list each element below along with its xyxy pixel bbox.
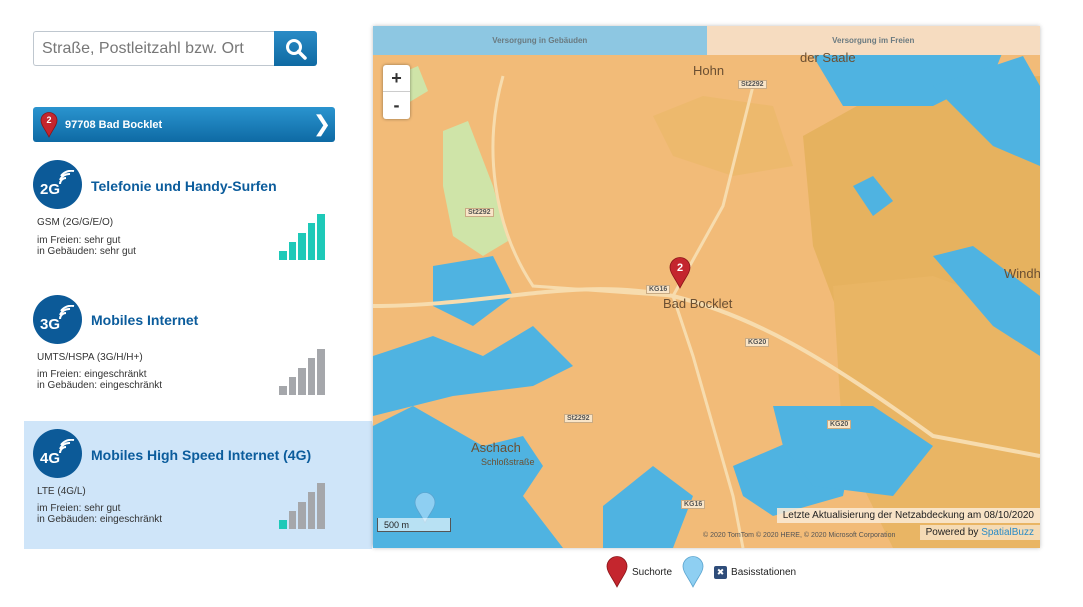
powered-by: Powered by SpatialBuzz xyxy=(919,525,1040,540)
selected-location-bar[interactable]: 2 97708 Bad Bocklet ❯ xyxy=(33,107,335,142)
signal-bar xyxy=(288,511,297,529)
blue-pin-icon xyxy=(682,556,704,588)
red-pin-icon xyxy=(606,556,628,588)
signal-bar xyxy=(279,386,287,395)
map-coverage-layer xyxy=(373,26,1040,548)
legend-base-stations-label: Basisstationen xyxy=(731,566,797,578)
network-4g-outdoor: im Freien: sehr gut xyxy=(37,503,121,514)
network-4g-section[interactable]: 4G Mobiles High Speed Internet (4G) LTE … xyxy=(24,421,384,549)
search-bar xyxy=(33,31,317,66)
legend-search-places[interactable]: Suchorte xyxy=(606,556,672,588)
zoom-control: + - xyxy=(383,65,410,119)
coverage-map[interactable]: Versorgung in Gebäuden Versorgung im Fre… xyxy=(373,26,1040,548)
tab-outdoor-coverage[interactable]: Versorgung im Freien xyxy=(706,26,1040,55)
search-location-marker[interactable]: 2 xyxy=(669,257,691,294)
network-2g-title: Telefonie und Handy-Surfen xyxy=(91,178,277,194)
place-label: Bad Bocklet xyxy=(663,296,733,311)
coverage-update-note: Letzte Aktualisierung der Netzabdeckung … xyxy=(776,508,1040,523)
signal-bar xyxy=(317,214,325,260)
place-label: Hohn xyxy=(693,63,725,78)
tab-indoor-coverage[interactable]: Versorgung in Gebäuden xyxy=(373,26,707,55)
chevron-right-icon: ❯ xyxy=(312,112,332,137)
spatialbuzz-link[interactable]: SpatialBuzz xyxy=(981,527,1034,538)
2g-badge-icon: 2G xyxy=(33,160,82,209)
signal-bar xyxy=(307,492,316,529)
coverage-tabs: Versorgung in Gebäuden Versorgung im Fre… xyxy=(373,26,1040,55)
place-label: Windh xyxy=(1004,266,1040,281)
signal-bar xyxy=(307,358,316,395)
location-pin-number: 2 xyxy=(46,115,51,125)
map-scale: 500 m xyxy=(377,518,451,532)
map-copyright: © 2020 TomTom © 2020 HERE, © 2020 Micros… xyxy=(703,532,896,539)
legend-base-stations[interactable]: ✖ Basisstationen xyxy=(682,556,796,588)
network-4g-tech: LTE (4G/L) xyxy=(37,486,86,497)
4g-badge-icon: 4G xyxy=(33,429,82,478)
marker-number: 2 xyxy=(677,262,683,274)
road-label: KG16 xyxy=(681,500,706,509)
location-label: 97708 Bad Bocklet xyxy=(65,118,163,131)
search-input[interactable] xyxy=(33,31,274,66)
signal-bar xyxy=(288,377,297,395)
legend-search-places-label: Suchorte xyxy=(632,566,673,578)
signal-strength-icon xyxy=(279,349,327,395)
road-label: St2292 xyxy=(465,208,494,217)
signal-bar xyxy=(288,242,297,260)
street-label: Schloßstraße xyxy=(481,457,535,467)
road-label: KG16 xyxy=(646,285,671,294)
network-3g-section[interactable]: 3G Mobiles Internet UMTS/HSPA (3G/H/H+) … xyxy=(24,287,372,415)
location-pin-icon: 2 xyxy=(40,111,58,138)
signal-bar xyxy=(317,483,325,529)
signal-bar xyxy=(298,368,306,395)
signal-bar xyxy=(307,223,316,260)
network-3g-title: Mobiles Internet xyxy=(91,312,199,328)
signal-bar xyxy=(298,502,306,529)
place-label: der Saale xyxy=(800,50,856,65)
zoom-in-button[interactable]: + xyxy=(383,65,410,92)
road-label: KG20 xyxy=(745,338,770,347)
search-button[interactable] xyxy=(274,31,317,66)
network-2g-outdoor: im Freien: sehr gut xyxy=(37,235,121,246)
network-4g-indoor: in Gebäuden: eingeschränkt xyxy=(37,514,163,525)
signal-bar xyxy=(279,251,287,260)
road-label: St2292 xyxy=(564,414,593,423)
3g-badge-icon: 3G xyxy=(33,295,82,344)
signal-bar xyxy=(298,233,306,260)
network-3g-indoor: in Gebäuden: eingeschränkt xyxy=(37,380,163,391)
base-stations-toggle-icon[interactable]: ✖ xyxy=(714,565,728,579)
signal-bar xyxy=(279,520,287,529)
signal-strength-icon xyxy=(279,214,327,260)
network-4g-title: Mobiles High Speed Internet (4G) xyxy=(91,447,312,463)
network-2g-section[interactable]: 2G Telefonie und Handy-Surfen GSM (2G/G/… xyxy=(24,152,372,280)
network-3g-tech: UMTS/HSPA (3G/H/H+) xyxy=(37,352,143,363)
network-3g-outdoor: im Freien: eingeschränkt xyxy=(37,369,147,380)
signal-bar xyxy=(317,349,325,395)
network-2g-indoor: in Gebäuden: sehr gut xyxy=(37,246,136,257)
road-label: KG20 xyxy=(827,420,852,429)
place-label: Aschach xyxy=(471,440,521,455)
network-2g-tech: GSM (2G/G/E/O) xyxy=(37,217,114,228)
map-legend: Suchorte ✖ Basisstationen xyxy=(606,556,806,588)
road-label: St2292 xyxy=(738,80,767,89)
zoom-out-button[interactable]: - xyxy=(383,92,410,119)
powered-by-prefix: Powered by xyxy=(925,527,982,538)
signal-strength-icon xyxy=(279,483,327,529)
search-icon xyxy=(285,38,307,60)
